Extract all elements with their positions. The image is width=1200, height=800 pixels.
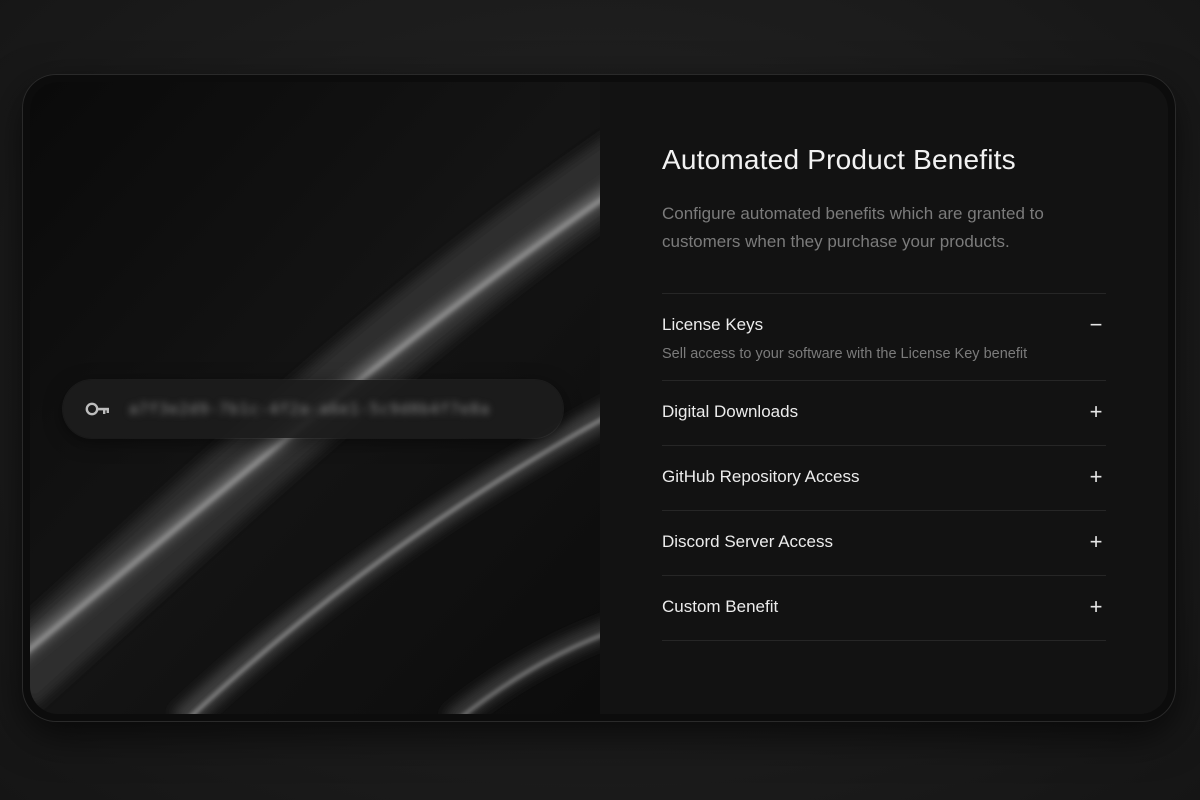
benefit-item-license-keys: License Keys − Sell access to your softw… (662, 294, 1106, 381)
license-key-preview: a7f3e2d9-7b1c-4f2a-a6e1-5c9d0b4f7e8a (63, 380, 563, 438)
minus-icon[interactable]: − (1086, 312, 1106, 338)
plus-icon[interactable]: + (1086, 529, 1106, 555)
benefit-label: Custom Benefit (662, 597, 779, 616)
benefit-item-discord-server-access: Discord Server Access + (662, 511, 1106, 576)
benefit-item-custom-benefit: Custom Benefit + (662, 576, 1106, 641)
benefit-header-custom-benefit[interactable]: Custom Benefit + (662, 576, 1106, 640)
panel-title: Automated Product Benefits (662, 144, 1016, 175)
benefit-header-license-keys[interactable]: License Keys − (662, 294, 1106, 352)
benefit-header-discord-server-access[interactable]: Discord Server Access + (662, 511, 1106, 575)
benefit-header-github-repository-access[interactable]: GitHub Repository Access + (662, 446, 1106, 510)
blurred-license-key: a7f3e2d9-7b1c-4f2a-a6e1-5c9d0b4f7e8a (129, 400, 491, 418)
benefit-item-digital-downloads: Digital Downloads + (662, 381, 1106, 446)
benefit-label: GitHub Repository Access (662, 467, 860, 486)
benefit-header-digital-downloads[interactable]: Digital Downloads + (662, 381, 1106, 445)
panel-subtitle: Configure automated benefits which are g… (662, 204, 1044, 251)
benefits-panel: Automated Product Benefits Configure aut… (600, 82, 1168, 714)
plus-icon[interactable]: + (1086, 594, 1106, 620)
feature-card-inner: a7f3e2d9-7b1c-4f2a-a6e1-5c9d0b4f7e8a Aut… (30, 82, 1168, 714)
benefit-label: Discord Server Access (662, 532, 833, 551)
hero-visual: a7f3e2d9-7b1c-4f2a-a6e1-5c9d0b4f7e8a (30, 82, 600, 714)
plus-icon[interactable]: + (1086, 464, 1106, 490)
feature-card: a7f3e2d9-7b1c-4f2a-a6e1-5c9d0b4f7e8a Aut… (22, 74, 1176, 722)
benefit-item-github-repository-access: GitHub Repository Access + (662, 446, 1106, 511)
key-icon (85, 399, 111, 419)
plus-icon[interactable]: + (1086, 399, 1106, 425)
benefit-label: License Keys (662, 315, 764, 334)
benefits-accordion: License Keys − Sell access to your softw… (662, 293, 1106, 641)
benefit-label: Digital Downloads (662, 402, 799, 421)
